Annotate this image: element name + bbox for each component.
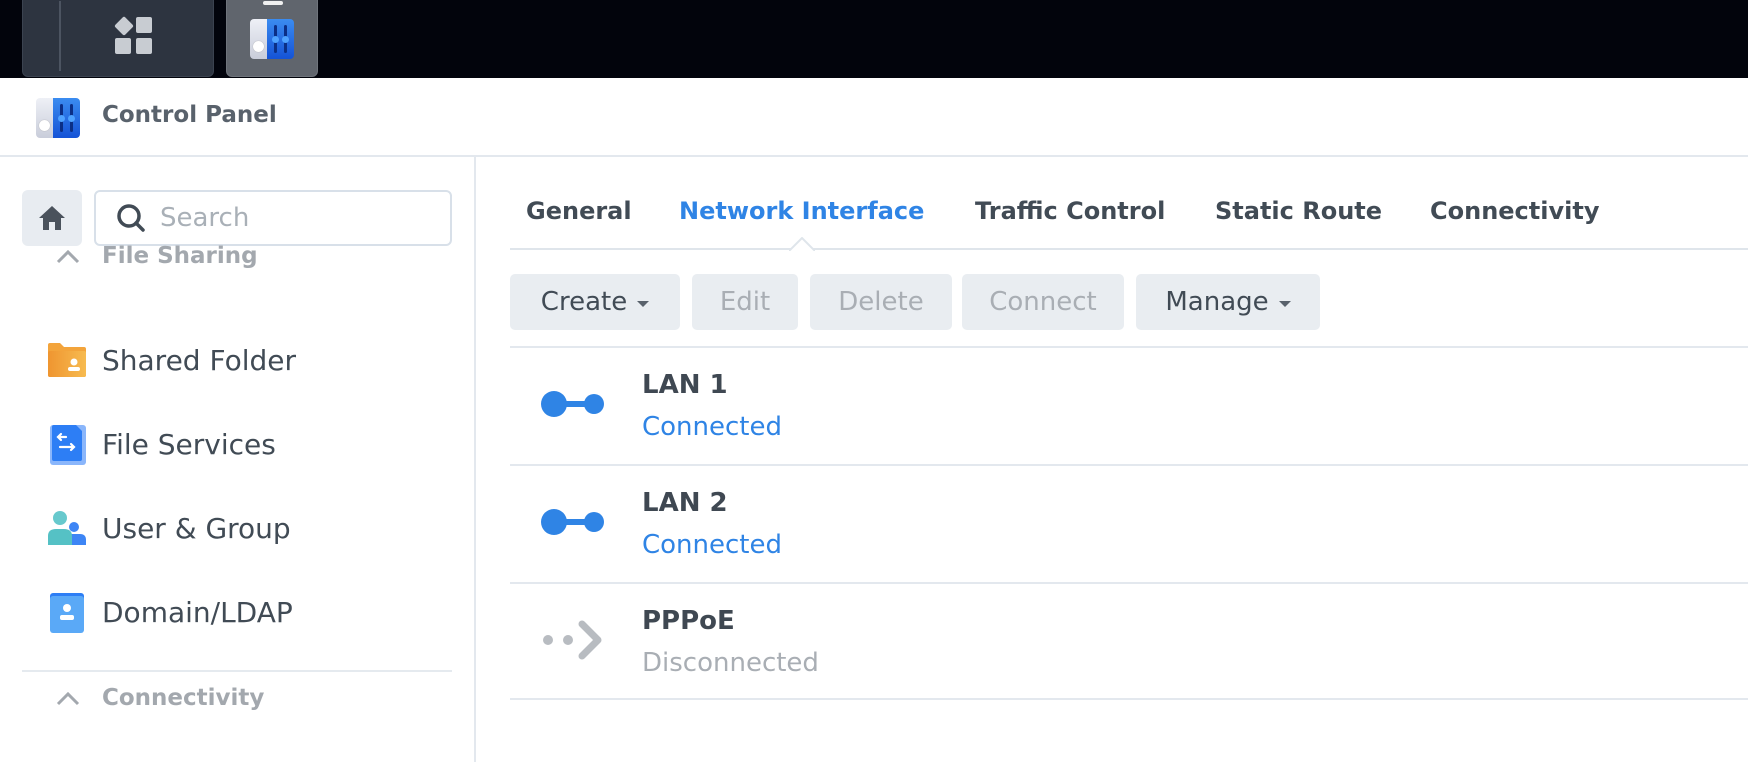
- delete-button[interactable]: Delete: [810, 274, 952, 330]
- shared-folder-icon: [46, 339, 88, 381]
- tab-bar: General Network Interface Traffic Contro…: [510, 157, 1748, 251]
- sidebar-item-label: Shared Folder: [102, 343, 297, 377]
- connect-button-label: Connect: [989, 287, 1097, 317]
- interface-name: PPPoE: [642, 606, 735, 636]
- taskbar-control-panel-button[interactable]: [226, 0, 318, 77]
- search-input[interactable]: [160, 203, 420, 233]
- search-field[interactable]: [94, 190, 452, 246]
- section-header-file-sharing[interactable]: File Sharing: [54, 243, 258, 269]
- sidebar-item-shared-folder[interactable]: Shared Folder: [46, 335, 296, 385]
- interface-row-lan2[interactable]: LAN 2 Connected: [510, 464, 1748, 582]
- tab-network-interface[interactable]: Network Interface: [679, 197, 924, 225]
- grid-icon: [114, 16, 153, 55]
- file-services-icon: [46, 423, 88, 465]
- edit-button-label: Edit: [719, 287, 771, 317]
- window-title: Control Panel: [102, 102, 277, 128]
- create-button-label: Create: [540, 287, 628, 317]
- active-tab-indicator: [789, 237, 815, 251]
- section-divider: [22, 670, 452, 672]
- interface-status: Connected: [642, 412, 783, 442]
- lan-connected-icon: [541, 391, 604, 417]
- create-button[interactable]: Create: [510, 274, 680, 330]
- domain-ldap-icon: [46, 591, 88, 633]
- interface-status: Connected: [642, 530, 783, 560]
- tab-traffic-control[interactable]: Traffic Control: [975, 197, 1165, 225]
- interface-status: Disconnected: [642, 648, 819, 678]
- sidebar-item-label: File Services: [102, 427, 276, 461]
- chevron-up-icon: [54, 688, 82, 708]
- connect-button[interactable]: Connect: [962, 274, 1124, 330]
- search-icon: [116, 203, 146, 233]
- home-button[interactable]: [22, 190, 82, 246]
- window-header: Control Panel: [0, 78, 1748, 157]
- tab-general[interactable]: General: [526, 197, 632, 225]
- chevron-up-icon: [54, 246, 82, 266]
- taskbar: [0, 0, 1748, 78]
- edit-button[interactable]: Edit: [692, 274, 798, 330]
- section-label: Connectivity: [102, 685, 265, 711]
- interface-row-pppoe[interactable]: PPPoE Disconnected: [510, 582, 1748, 700]
- sidebar: File Sharing Shared Folder File Services: [0, 157, 476, 762]
- control-panel-icon: [250, 19, 294, 59]
- sidebar-item-user-group[interactable]: User & Group: [46, 503, 291, 553]
- sidebar-item-file-services[interactable]: File Services: [46, 419, 276, 469]
- interface-row-lan1[interactable]: LAN 1 Connected: [510, 346, 1748, 464]
- manage-button[interactable]: Manage: [1136, 274, 1320, 330]
- pppoe-disconnected-icon: [543, 620, 602, 660]
- section-header-connectivity[interactable]: Connectivity: [54, 685, 264, 711]
- interface-name: LAN 1: [642, 370, 728, 400]
- home-icon: [39, 206, 65, 230]
- taskbar-separator: [59, 1, 61, 71]
- control-panel-icon: [36, 98, 80, 138]
- active-indicator: [263, 1, 283, 5]
- lan-connected-icon: [541, 509, 604, 535]
- tab-connectivity[interactable]: Connectivity: [1430, 197, 1599, 225]
- taskbar-main-menu-button[interactable]: [22, 0, 214, 77]
- user-group-icon: [46, 507, 88, 549]
- caret-down-icon: [637, 300, 650, 307]
- manage-button-label: Manage: [1165, 287, 1269, 317]
- delete-button-label: Delete: [838, 287, 924, 317]
- sidebar-item-label: User & Group: [102, 511, 291, 545]
- sidebar-item-domain-ldap[interactable]: Domain/LDAP: [46, 587, 293, 637]
- sidebar-item-label: Domain/LDAP: [102, 595, 293, 629]
- interface-list: LAN 1 Connected LAN 2 Connected PPPoE Di…: [510, 346, 1748, 700]
- caret-down-icon: [1278, 300, 1291, 307]
- section-label: File Sharing: [102, 243, 258, 269]
- interface-name: LAN 2: [642, 488, 728, 518]
- tab-static-route[interactable]: Static Route: [1215, 197, 1382, 225]
